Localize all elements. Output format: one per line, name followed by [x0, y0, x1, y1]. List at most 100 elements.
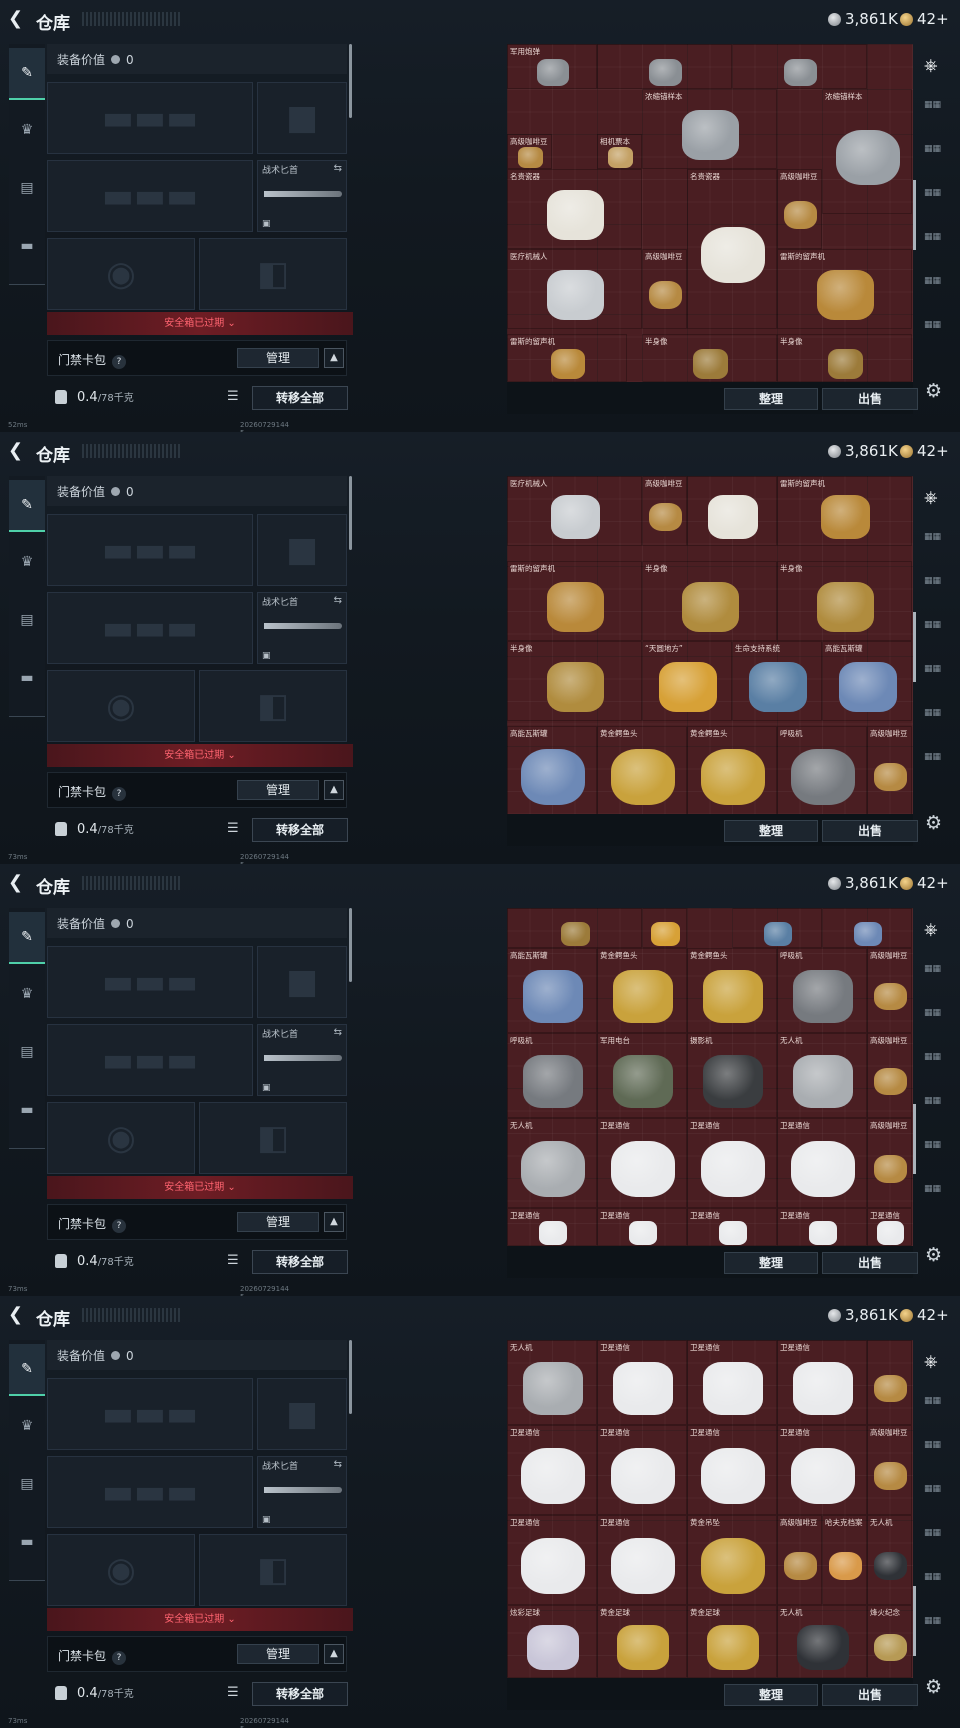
stash-item[interactable]: 半身像: [507, 641, 642, 721]
stash-tab-icon[interactable]: ▦▦: [924, 1052, 950, 1072]
secondary-weapon-slot[interactable]: ▬▬▬: [47, 1456, 253, 1528]
back-icon[interactable]: ❮: [8, 874, 26, 892]
stash-tab-icon[interactable]: ▦▦: [924, 964, 950, 984]
sell-button[interactable]: 出售: [822, 820, 918, 842]
home-icon[interactable]: ⎈: [924, 56, 950, 76]
stash-item[interactable]: 名贵瓷器: [687, 169, 777, 329]
stash-item[interactable]: 黄金鳄鱼头: [597, 948, 687, 1033]
stash-tab-icon[interactable]: ▦▦: [924, 1616, 950, 1636]
stash-item[interactable]: 呼吸机: [777, 948, 867, 1033]
chevron-up-icon[interactable]: ▲: [324, 1644, 344, 1664]
chevron-up-icon[interactable]: ▲: [324, 1212, 344, 1232]
stash-scrollbar[interactable]: [913, 1104, 916, 1174]
home-icon[interactable]: ⎈: [924, 1352, 950, 1372]
back-icon[interactable]: ❮: [8, 442, 26, 460]
secondary-weapon-slot[interactable]: ▬▬▬: [47, 160, 253, 232]
knife-slot[interactable]: 战术匕首 ⇆ ▣: [257, 592, 347, 664]
armor-slot[interactable]: ◧: [199, 1102, 347, 1174]
stash-item[interactable]: 黄金足球: [597, 1605, 687, 1678]
helmet-slot[interactable]: ◉: [47, 1534, 195, 1606]
stash-item[interactable]: 无人机: [507, 1118, 597, 1208]
sort-button[interactable]: 整理: [724, 1684, 818, 1706]
sort-button[interactable]: 整理: [724, 1252, 818, 1274]
stash-tab-icon[interactable]: ▦▦: [924, 1396, 950, 1416]
equipment-scrollbar[interactable]: [349, 476, 352, 550]
stash-tab-icon[interactable]: ▦▦: [924, 1528, 950, 1548]
armor-slot[interactable]: ◧: [199, 1534, 347, 1606]
stash-item[interactable]: [732, 44, 867, 89]
stash-tab-icon[interactable]: ▦▦: [924, 1008, 950, 1028]
stash-item[interactable]: 黄金鳄鱼头: [687, 726, 777, 814]
stash-item[interactable]: 高级咖啡豆: [867, 1425, 912, 1515]
tab-briefcase[interactable]: ▬: [9, 652, 45, 704]
stash-item[interactable]: 黄金鳄鱼头: [687, 948, 777, 1033]
stash-tab-icon[interactable]: ▦▦: [924, 276, 950, 296]
stash-tab-icon[interactable]: ▦▦: [924, 100, 950, 120]
transfer-all-button[interactable]: 转移全部: [252, 1250, 348, 1274]
stash-item[interactable]: [507, 908, 642, 948]
sell-button[interactable]: 出售: [822, 1252, 918, 1274]
transfer-all-button[interactable]: 转移全部: [252, 1682, 348, 1706]
stash-tab-icon[interactable]: ▦▦: [924, 1184, 950, 1204]
list-icon[interactable]: ☰: [227, 821, 245, 837]
stash-item[interactable]: 呼吸机: [507, 1033, 597, 1118]
helmet-slot[interactable]: ◉: [47, 670, 195, 742]
stash-item[interactable]: 卫星通信: [867, 1208, 912, 1246]
stash-item[interactable]: 医疗机械人: [507, 249, 642, 329]
stash-item[interactable]: 医疗机械人: [507, 476, 642, 546]
stash-item[interactable]: “天圆地方”: [642, 641, 732, 721]
stash-item[interactable]: [687, 476, 777, 546]
stash-item[interactable]: 摄影机: [687, 1033, 777, 1118]
stash-item[interactable]: 哈夫克档案: [822, 1515, 867, 1605]
swap-icon[interactable]: ⇆: [334, 1027, 342, 1038]
help-icon[interactable]: ?: [112, 355, 127, 369]
help-icon[interactable]: ?: [112, 1651, 127, 1665]
stash-item[interactable]: 军用电台: [597, 1033, 687, 1118]
stash-item[interactable]: 高能瓦斯罐: [822, 641, 912, 721]
swap-icon[interactable]: ⇆: [334, 1459, 342, 1470]
stash-item[interactable]: 高级咖啡豆: [777, 169, 822, 249]
knife-slot[interactable]: 战术匕首 ⇆ ▣: [257, 160, 347, 232]
stash-item[interactable]: 雷斯的留声机: [507, 561, 642, 641]
stash-item[interactable]: 高级咖啡豆: [867, 726, 912, 814]
stash-item[interactable]: 烽火纪念: [867, 1605, 912, 1678]
knife-slot[interactable]: 战术匕首 ⇆ ▣: [257, 1024, 347, 1096]
stash-item[interactable]: [822, 908, 912, 948]
stash-tab-icon[interactable]: ▦▦: [924, 1140, 950, 1160]
stash-item[interactable]: 卫星通信: [597, 1118, 687, 1208]
transfer-all-button[interactable]: 转移全部: [252, 386, 348, 410]
pistol-slot[interactable]: ■: [257, 514, 347, 586]
stash-item[interactable]: [732, 908, 822, 948]
stash-item[interactable]: [597, 44, 732, 89]
chevron-up-icon[interactable]: ▲: [324, 780, 344, 800]
manage-button[interactable]: 管理: [237, 1212, 319, 1232]
knife-slot[interactable]: 战术匕首 ⇆ ▣: [257, 1456, 347, 1528]
sell-button[interactable]: 出售: [822, 388, 918, 410]
list-icon[interactable]: ☰: [227, 1685, 245, 1701]
sort-button[interactable]: 整理: [724, 388, 818, 410]
stash-tab-icon[interactable]: ▦▦: [924, 576, 950, 596]
stash-scrollbar[interactable]: [913, 1586, 916, 1656]
gold-currency[interactable]: 42+: [900, 874, 949, 892]
tab-briefcase[interactable]: ▬: [9, 1516, 45, 1568]
gear-icon[interactable]: ⚙: [925, 380, 942, 402]
stash-item[interactable]: 无人机: [777, 1605, 867, 1678]
stash-item[interactable]: 卫星通信: [777, 1208, 867, 1246]
tab-helmet[interactable]: ♛: [9, 968, 45, 1020]
gear-icon[interactable]: ⚙: [925, 1676, 942, 1698]
tab-gun[interactable]: ✎: [9, 480, 45, 532]
safe-box-expired-banner[interactable]: 安全箱已过期 ⌄: [47, 1608, 353, 1631]
primary-weapon-slot[interactable]: ▬▬▬: [47, 514, 253, 586]
back-icon[interactable]: ❮: [8, 1306, 26, 1324]
stash-item[interactable]: 雷斯的留声机: [507, 334, 627, 382]
stash-item[interactable]: 相机票本: [597, 134, 642, 169]
home-icon[interactable]: ⎈: [924, 920, 950, 940]
stash-item[interactable]: 无人机: [777, 1033, 867, 1118]
stash-item[interactable]: 无人机: [867, 1515, 912, 1605]
swap-icon[interactable]: ⇆: [334, 595, 342, 606]
stash-item[interactable]: 黄金吊坠: [687, 1515, 777, 1605]
stash-item[interactable]: 卫星通信: [507, 1208, 597, 1246]
stash-item[interactable]: 高级咖啡豆: [507, 134, 552, 169]
stash-tab-icon[interactable]: ▦▦: [924, 1572, 950, 1592]
manage-button[interactable]: 管理: [237, 780, 319, 800]
